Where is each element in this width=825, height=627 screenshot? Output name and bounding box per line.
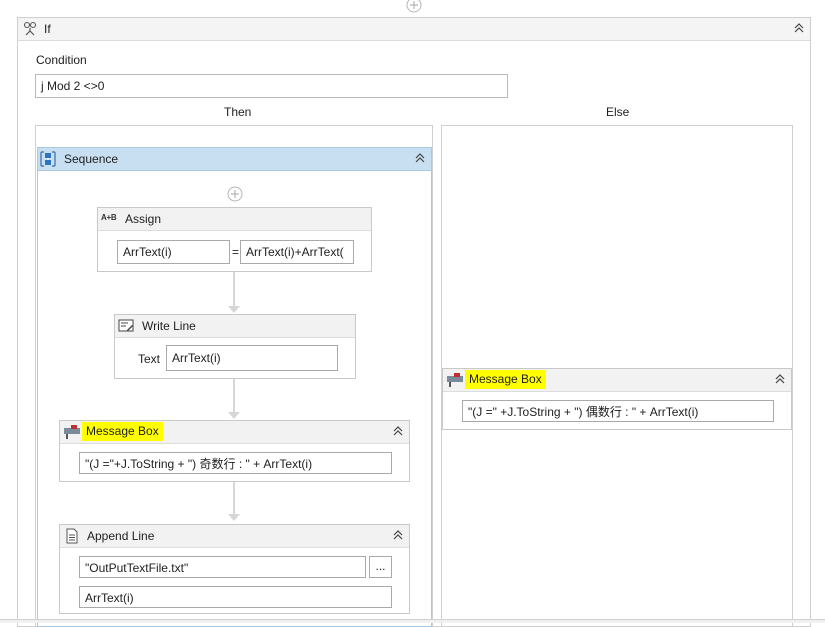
write-line-text-input[interactable]: ArrText(i) [166,345,338,371]
flow-arrow-line [233,272,235,309]
assign-icon: A+B [101,213,117,222]
message-box-else-header[interactable]: Message Box [443,369,791,392]
if-icon [22,21,38,37]
message-box-then-header[interactable]: Message Box [60,421,409,444]
message-box-then-text-input[interactable]: "(J ="+J.ToString + ") 奇数行 : " + ArrText… [79,452,392,474]
message-box-then-title: Message Box [82,422,163,441]
add-activity-sequence-icon[interactable] [227,186,243,202]
if-header[interactable]: If [18,18,810,41]
append-line-file-input[interactable]: "OutPutTextFile.txt" [79,556,366,578]
document-icon [64,528,80,544]
if-title: If [44,22,51,36]
collapse-append-line-icon[interactable] [391,528,405,542]
assign-equals: = [232,245,240,259]
add-activity-top-icon[interactable] [406,0,422,13]
collapse-if-icon[interactable] [792,21,806,35]
sequence-icon [40,151,56,167]
sequence-title: Sequence [64,152,119,166]
flow-arrow-line [233,379,235,415]
collapse-message-box-then-icon[interactable] [391,424,405,438]
append-line-browse-button[interactable]: ... [369,556,392,578]
else-label: Else [606,105,630,119]
append-line-header[interactable]: Append Line [60,525,409,548]
assign-value-input[interactable]: ArrText(i)+ArrText( [240,240,354,264]
message-box-icon [446,372,463,388]
assign-header[interactable]: A+B Assign [98,208,371,231]
assign-title: Assign [125,212,162,226]
flow-arrow-line [233,482,235,517]
write-line-icon [118,318,134,334]
collapse-message-box-else-icon[interactable] [773,372,787,386]
write-line-header[interactable]: Write Line [115,315,355,338]
condition-label: Condition [36,53,87,67]
write-line-text-label: Text [138,352,161,366]
message-box-else-text-input[interactable]: "(J =" +J.ToString + ") 偶数行 : " + ArrTex… [462,400,774,422]
collapse-sequence-icon[interactable] [413,151,427,165]
condition-input[interactable]: j Mod 2 <>0 [35,74,508,98]
flow-arrow-head [228,514,240,521]
flow-arrow-head [228,412,240,419]
message-box-icon [63,424,80,440]
designer-bottom-edge [0,619,825,623]
sequence-header[interactable]: Sequence [38,148,431,171]
then-label: Then [224,105,252,119]
write-line-title: Write Line [142,319,196,333]
append-line-title: Append Line [87,529,155,543]
message-box-else-title: Message Box [465,370,546,389]
assign-to-input[interactable]: ArrText(i) [117,240,230,264]
append-line-text-input[interactable]: ArrText(i) [79,586,392,608]
flow-arrow-head [228,306,240,313]
